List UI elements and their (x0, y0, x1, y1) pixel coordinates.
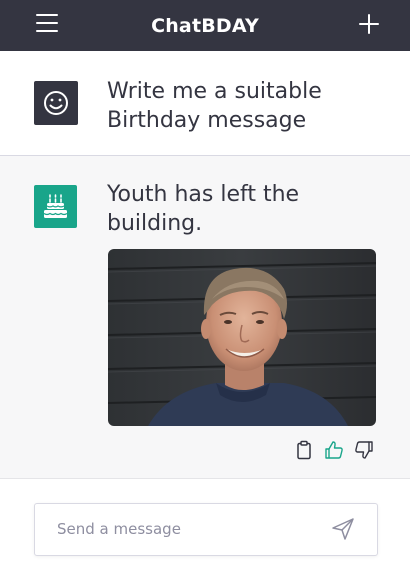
hamburger-menu-icon (36, 14, 58, 32)
clipboard-icon (297, 440, 311, 460)
thumbs-up-button[interactable] (324, 440, 344, 460)
birthday-photo (108, 249, 376, 426)
birthday-cake-icon (43, 194, 68, 218)
message-actions (294, 440, 374, 460)
send-button[interactable] (331, 517, 355, 541)
thumbs-down-icon (355, 441, 373, 459)
bot-message-text: Youth has left the building. (107, 182, 300, 236)
user-message: Write me a suitable Birthday message (0, 51, 410, 156)
new-chat-button[interactable] (358, 13, 380, 35)
bot-message: Youth has left the building. (0, 156, 410, 479)
thumbs-up-icon (325, 441, 343, 459)
user-avatar (34, 81, 78, 125)
thumbs-down-button[interactable] (354, 440, 374, 460)
smiley-face-icon (44, 91, 68, 115)
bot-avatar (34, 185, 77, 228)
menu-button[interactable] (36, 14, 58, 34)
message-input[interactable] (35, 504, 337, 553)
message-composer (34, 503, 378, 556)
send-icon (332, 518, 354, 540)
app-title: ChatBDAY (151, 14, 259, 37)
plus-icon (359, 14, 379, 34)
copy-button[interactable] (294, 440, 314, 460)
user-message-text: Write me a suitable Birthday message (107, 79, 322, 133)
app-header: ChatBDAY (0, 0, 410, 51)
